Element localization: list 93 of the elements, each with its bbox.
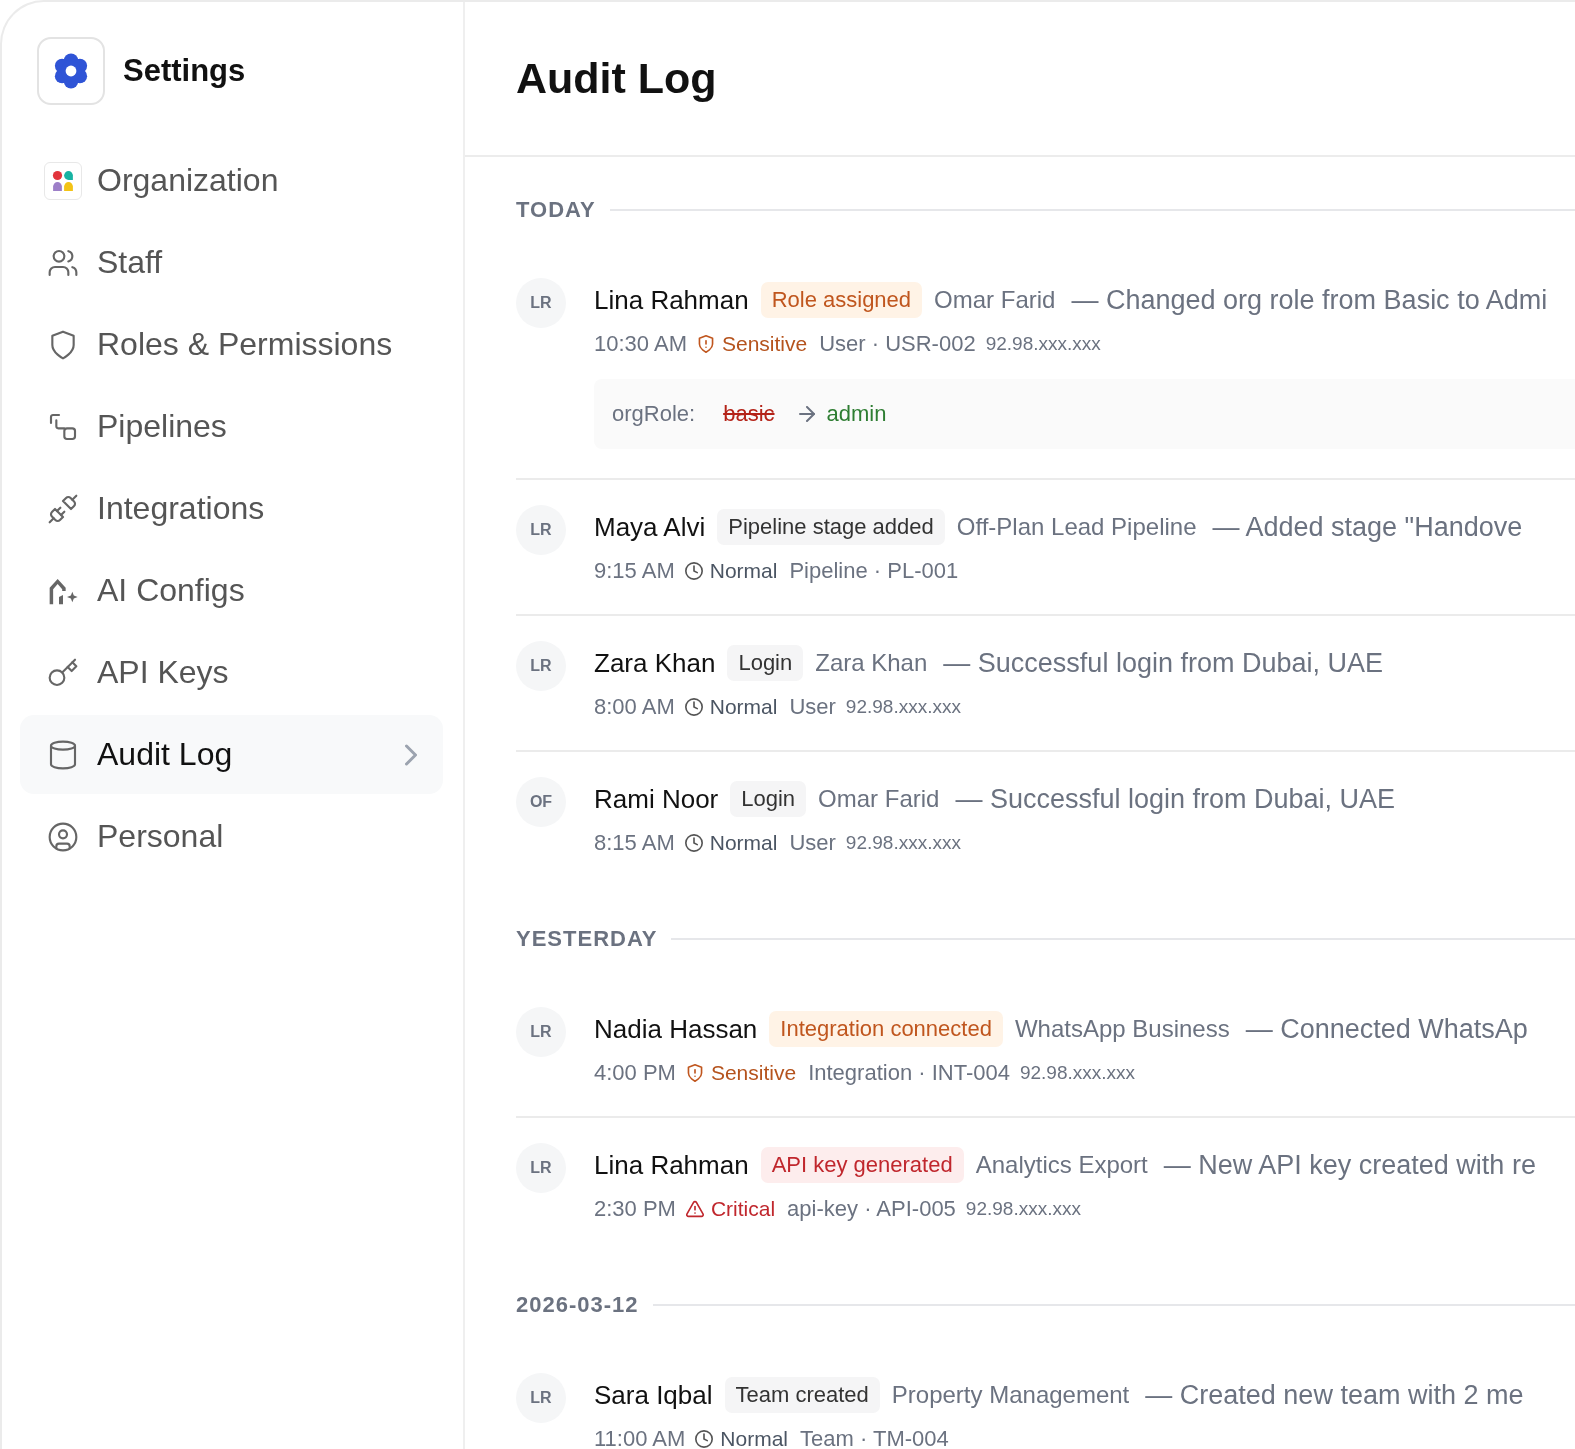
action-tag: Pipeline stage added (717, 509, 945, 545)
ip-address: 92.98.xxx.xxx (1019, 1062, 1136, 1084)
sidebar-title: Settings (123, 53, 246, 89)
event-description: — Connected WhatsAp (1245, 1013, 1528, 1045)
sidebar-item[interactable]: Roles & Permissions (20, 305, 443, 384)
user-name: Sara Iqbal (594, 1379, 713, 1411)
user-name: Nadia Hassan (594, 1013, 758, 1045)
severity-label: Normal (709, 559, 778, 583)
severity-label: Normal (709, 831, 778, 855)
target-name: Property Management (891, 1381, 1130, 1409)
ip-address: 92.98.xxx.xxx (985, 333, 1101, 355)
event-description: — Created new team with 2 me (1145, 1379, 1524, 1411)
warning-icon (685, 1200, 704, 1218)
resource-label: User (789, 694, 836, 720)
user-avatar: LR (516, 278, 566, 328)
clock-icon (684, 562, 703, 580)
target-name: Omar Farid (934, 286, 1056, 314)
new-value: admin (826, 401, 887, 427)
sidebar-item[interactable]: Integrations (20, 469, 443, 548)
sidebar-item[interactable]: Pipelines (20, 387, 443, 466)
event-description: — Successful login from Dubai, UAE (943, 647, 1383, 679)
ip-address: 92.98.xxx.xxx (845, 832, 961, 854)
severity-label: Critical (710, 1197, 776, 1221)
resource-label: User · USR-002 (819, 331, 976, 357)
ip-address: 92.98.xxx.xxx (845, 696, 961, 718)
section-label: YESTERDAY (516, 926, 658, 952)
user-avatar: LR (516, 641, 566, 691)
plug-icon (47, 492, 79, 525)
user-avatar: LR (516, 1373, 566, 1423)
user-avatar: LR (516, 1007, 566, 1057)
key-icon (47, 656, 79, 689)
severity-label: Normal (709, 695, 778, 719)
arrow-right-icon (798, 406, 815, 422)
resource-label: User (789, 830, 836, 856)
old-value: basic (723, 401, 775, 427)
action-tag: Team created (724, 1377, 880, 1413)
event-time: 4:00 PM (594, 1060, 676, 1086)
severity-label: Normal (720, 1427, 788, 1449)
event-time: 8:00 AM (594, 694, 675, 720)
event-time: 11:00 AM (594, 1426, 686, 1449)
resource-label: Team · TM-004 (800, 1426, 949, 1449)
event-description: — Added stage "Handove (1212, 511, 1523, 543)
action-tag: API key generated (760, 1147, 964, 1183)
sidebar-item[interactable]: API Keys (20, 633, 443, 712)
event-description: — Changed org role from Basic to Admi (1071, 284, 1548, 316)
section-label: 2026-03-12 (516, 1292, 639, 1318)
field-name: orgRole: (612, 401, 696, 427)
resource-label: Pipeline · PL-001 (789, 558, 959, 584)
chevron-right-icon (405, 743, 417, 766)
resource-label: api-key · API-005 (787, 1196, 956, 1222)
user-avatar: LR (516, 1143, 566, 1193)
user-name: Lina Rahman (594, 1149, 749, 1181)
ip-address: 92.98.xxx.xxx (965, 1198, 1081, 1220)
target-name: Analytics Export (975, 1151, 1148, 1179)
grid-dots-icon (44, 161, 82, 200)
sidebar-item[interactable]: Personal (20, 797, 443, 876)
event-description: — Successful login from Dubai, UAE (955, 783, 1396, 815)
severity-label: Sensitive (710, 1061, 797, 1085)
resource-label: Integration · INT-004 (808, 1060, 1010, 1086)
event-time: 9:15 AM (594, 558, 675, 584)
shield-alert-icon (696, 335, 715, 353)
clock-icon (684, 834, 703, 852)
sidebar-item[interactable]: Audit Log (20, 715, 443, 794)
settings-gear-icon (37, 37, 105, 105)
event-time: 8:15 AM (594, 830, 675, 856)
user-name: Zara Khan (594, 647, 716, 679)
sidebar-item[interactable]: Organization (20, 141, 443, 220)
user-circle-icon (47, 820, 79, 853)
severity-label: Sensitive (721, 332, 808, 356)
target-name: Omar Farid (818, 785, 940, 813)
action-tag: Integration connected (769, 1011, 1003, 1047)
event-description: — New API key created with re (1163, 1149, 1536, 1181)
user-avatar: OF (516, 777, 566, 827)
user-name: Lina Rahman (594, 284, 749, 316)
user-avatar: LR (516, 505, 566, 555)
clock-icon (695, 1430, 714, 1448)
event-time: 10:30 AM (594, 331, 687, 357)
shield-alert-icon (685, 1064, 704, 1082)
database-icon (47, 738, 79, 771)
action-tag: Login (730, 781, 807, 817)
sidebar-item[interactable]: Staff (20, 223, 443, 302)
target-name: Off-Plan Lead Pipeline (956, 513, 1197, 541)
user-name: Rami Noor (594, 783, 719, 815)
action-tag: Login (727, 645, 804, 681)
clock-icon (684, 698, 703, 716)
target-name: Zara Khan (815, 649, 928, 677)
action-tag: Role assigned (760, 282, 923, 318)
section-label: TODAY (516, 197, 596, 223)
sidebar-item[interactable]: AI Configs (20, 551, 443, 630)
target-name: WhatsApp Business (1014, 1015, 1230, 1043)
page-title: Audit Log (516, 54, 717, 103)
event-time: 2:30 PM (594, 1196, 676, 1222)
user-name: Maya Alvi (594, 511, 706, 543)
